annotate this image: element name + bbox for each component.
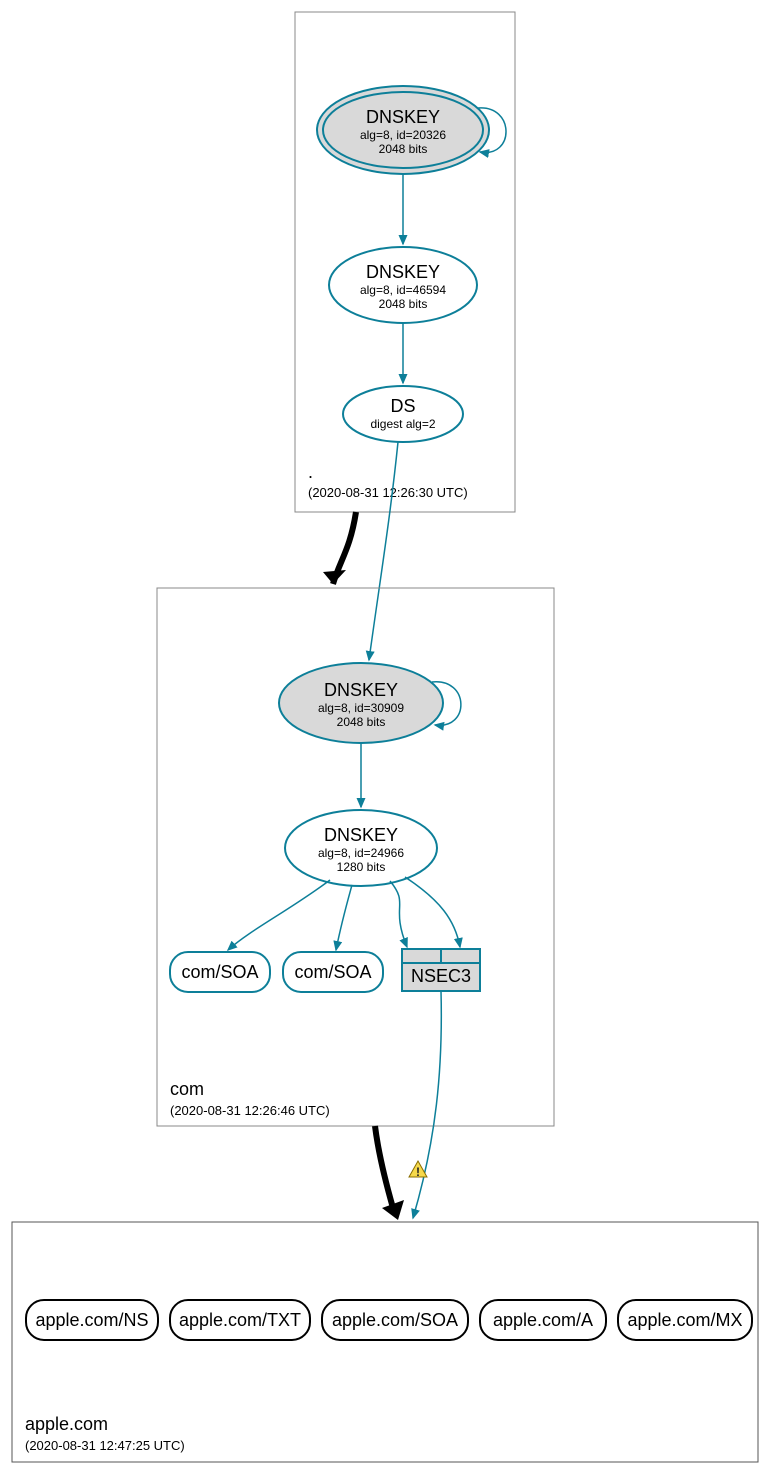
- edge-com-zsk-to-nsec3b: [405, 877, 460, 947]
- root-ds: DS digest alg=2: [343, 386, 463, 442]
- edge-ds-to-com-ksk: [369, 442, 398, 660]
- zone-name-apple: apple.com: [25, 1414, 108, 1434]
- svg-text:DNSKEY: DNSKEY: [366, 107, 440, 127]
- root-dnskey-ksk: DNSKEY alg=8, id=20326 2048 bits: [317, 86, 489, 174]
- zone-timestamp-com: (2020-08-31 12:26:46 UTC): [170, 1103, 330, 1118]
- svg-text:NSEC3: NSEC3: [411, 966, 471, 986]
- edge-com-zsk-to-soa2: [336, 885, 352, 950]
- dnssec-diagram: . (2020-08-31 12:26:30 UTC) DNSKEY alg=8…: [0, 0, 772, 1473]
- svg-text:DNSKEY: DNSKEY: [324, 825, 398, 845]
- svg-text:DNSKEY: DNSKEY: [324, 680, 398, 700]
- edge-com-zsk-to-nsec3a: [390, 881, 407, 947]
- zone-timestamp-apple: (2020-08-31 12:47:25 UTC): [25, 1438, 185, 1453]
- svg-text:DNSKEY: DNSKEY: [366, 262, 440, 282]
- edge-root-to-com-delegation-arrowhead: [323, 570, 346, 584]
- svg-text:apple.com/TXT: apple.com/TXT: [179, 1310, 301, 1330]
- svg-text:2048 bits: 2048 bits: [337, 715, 386, 729]
- apple-txt: apple.com/TXT: [170, 1300, 310, 1340]
- svg-text:2048 bits: 2048 bits: [379, 297, 428, 311]
- svg-text:DS: DS: [390, 396, 415, 416]
- svg-text:alg=8, id=30909: alg=8, id=30909: [318, 701, 404, 715]
- svg-text:apple.com/MX: apple.com/MX: [627, 1310, 742, 1330]
- svg-text:alg=8, id=24966: alg=8, id=24966: [318, 846, 404, 860]
- zone-name-com: com: [170, 1079, 204, 1099]
- com-dnskey-ksk: DNSKEY alg=8, id=30909 2048 bits: [279, 663, 443, 743]
- com-dnskey-zsk: DNSKEY alg=8, id=24966 1280 bits: [285, 810, 437, 886]
- svg-text:2048 bits: 2048 bits: [379, 142, 428, 156]
- svg-text:!: !: [416, 1165, 420, 1179]
- apple-mx: apple.com/MX: [618, 1300, 752, 1340]
- svg-text:apple.com/SOA: apple.com/SOA: [332, 1310, 458, 1330]
- svg-text:com/SOA: com/SOA: [294, 962, 371, 982]
- edge-com-zsk-to-soa1: [228, 880, 330, 950]
- root-dnskey-zsk: DNSKEY alg=8, id=46594 2048 bits: [329, 247, 477, 323]
- svg-text:apple.com/NS: apple.com/NS: [35, 1310, 148, 1330]
- svg-text:com/SOA: com/SOA: [181, 962, 258, 982]
- svg-text:1280 bits: 1280 bits: [337, 860, 386, 874]
- zone-name-root: .: [308, 462, 313, 482]
- apple-ns: apple.com/NS: [26, 1300, 158, 1340]
- apple-a: apple.com/A: [480, 1300, 606, 1340]
- apple-soa: apple.com/SOA: [322, 1300, 468, 1340]
- edge-com-to-apple-delegation: [375, 1126, 393, 1208]
- svg-text:alg=8, id=20326: alg=8, id=20326: [360, 128, 446, 142]
- warning-icon: !: [409, 1161, 427, 1179]
- svg-text:apple.com/A: apple.com/A: [493, 1310, 593, 1330]
- zone-timestamp-root: (2020-08-31 12:26:30 UTC): [308, 485, 468, 500]
- zone-box-apple: [12, 1222, 758, 1462]
- edge-nsec3-to-apple: [413, 991, 441, 1218]
- com-soa-2: com/SOA: [283, 952, 383, 992]
- com-nsec3: NSEC3: [402, 949, 480, 991]
- com-soa-1: com/SOA: [170, 952, 270, 992]
- svg-text:alg=8, id=46594: alg=8, id=46594: [360, 283, 446, 297]
- svg-text:digest alg=2: digest alg=2: [370, 417, 435, 431]
